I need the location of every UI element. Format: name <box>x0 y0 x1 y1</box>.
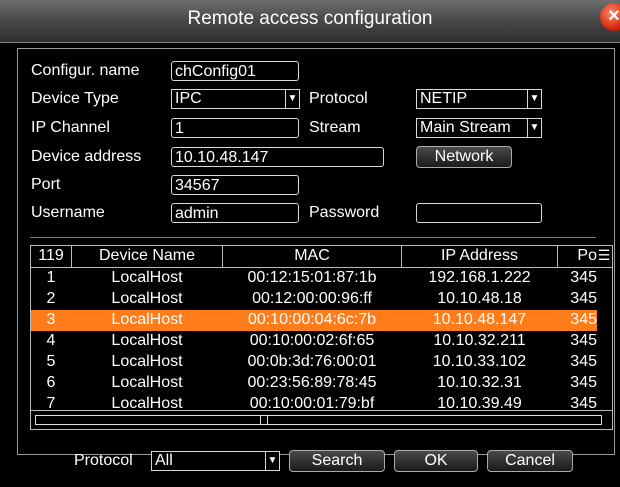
chevron-down-icon: ▼ <box>527 90 541 108</box>
cell-mac: 00:12:00:00:96:ff <box>252 290 372 307</box>
cell-ip-address: 192.168.1.222 <box>428 269 531 286</box>
device-type-select[interactable]: IPC ▼ <box>171 89 300 109</box>
search-button[interactable]: Search <box>289 450 385 472</box>
cell-device-name: LocalHost <box>111 311 183 328</box>
title-bar: Remote access configuration × <box>0 0 620 43</box>
ip-channel-label: IP Channel <box>31 119 110 136</box>
menu-icon[interactable]: ☰ <box>597 248 611 264</box>
col-port: Po <box>577 247 597 264</box>
chevron-down-icon: ▼ <box>285 90 299 108</box>
cell-port: 345 <box>570 290 597 307</box>
config-name-label: Configur. name <box>31 62 140 79</box>
cell-port: 345 <box>570 353 597 370</box>
cell-index: 3 <box>46 311 56 328</box>
cell-ip-address: 10.10.32.31 <box>437 374 522 391</box>
device-address-label: Device address <box>31 148 142 165</box>
cell-port: 345 <box>570 332 597 349</box>
scrollbar-thumb[interactable] <box>260 416 268 424</box>
cell-port: 345 <box>570 374 597 391</box>
cell-mac: 00:10:00:02:6f:65 <box>249 332 375 349</box>
table-row[interactable]: 4 LocalHost 00:10:00:02:6f:65 10.10.32.211 3… <box>31 331 597 352</box>
cell-mac: 00:0b:3d:76:00:01 <box>247 353 377 370</box>
protocol-select[interactable]: NETIP ▼ <box>416 89 542 109</box>
config-name-field[interactable]: chConfig01 <box>171 61 299 81</box>
horizontal-scrollbar[interactable] <box>31 410 612 429</box>
table-header: 119 Device Name MAC IP Address Po ☰ <box>31 246 612 268</box>
cell-device-name: LocalHost <box>111 353 183 370</box>
device-table[interactable]: 119 Device Name MAC IP Address Po ☰ 1 Loc… <box>30 245 613 430</box>
cell-index: 2 <box>46 290 56 307</box>
col-count: 119 <box>38 247 64 264</box>
password-label: Password <box>309 204 380 221</box>
cell-ip-address: 10.10.48.147 <box>432 311 527 328</box>
cell-index: 5 <box>46 353 56 370</box>
stream-label: Stream <box>309 119 361 136</box>
table-row[interactable]: 2 LocalHost 00:12:00:00:96:ff 10.10.48.18 34… <box>31 289 597 310</box>
cell-index: 4 <box>46 332 56 349</box>
network-button[interactable]: Network <box>416 146 512 168</box>
cell-device-name: LocalHost <box>111 332 183 349</box>
cell-ip-address: 10.10.32.211 <box>433 332 526 349</box>
protocol-label: Protocol <box>309 90 368 107</box>
chevron-down-icon: ▼ <box>265 452 279 470</box>
col-ip-address: IP Address <box>440 247 519 264</box>
footer-protocol-value: All <box>155 452 173 469</box>
table-row[interactable]: 3 LocalHost 00:10:00:04:6c:7b 10.10.48.147 3… <box>31 310 597 331</box>
ip-channel-field[interactable]: 1 <box>171 118 299 138</box>
stream-select[interactable]: Main Stream ▼ <box>416 118 542 138</box>
cell-mac: 00:23:56:89:78:45 <box>247 374 377 391</box>
chevron-down-icon: ▼ <box>527 119 541 137</box>
footer-protocol-select[interactable]: All ▼ <box>151 451 280 471</box>
cancel-button[interactable]: Cancel <box>487 450 573 472</box>
cell-device-name: LocalHost <box>111 290 183 307</box>
remote-access-dialog: Remote access configuration × Configur. … <box>0 0 620 487</box>
cell-port: 345 <box>570 311 597 328</box>
cell-index: 6 <box>46 374 56 391</box>
device-type-value: IPC <box>175 90 202 107</box>
cell-device-name: LocalHost <box>111 374 183 391</box>
divider <box>30 237 596 238</box>
protocol-value: NETIP <box>420 90 468 107</box>
stream-value: Main Stream <box>420 119 511 136</box>
close-icon[interactable]: × <box>600 3 620 31</box>
table-row[interactable]: 6 LocalHost 00:23:56:89:78:45 10.10.32.31 34… <box>31 373 597 394</box>
col-device-name: Device Name <box>98 247 196 264</box>
username-field[interactable]: admin <box>171 203 299 223</box>
port-field[interactable]: 34567 <box>171 175 299 195</box>
cell-mac: 00:10:00:04:6c:7b <box>247 311 377 328</box>
cell-ip-address: 10.10.48.18 <box>437 290 522 307</box>
password-field[interactable] <box>416 203 542 223</box>
col-mac: MAC <box>294 247 330 264</box>
cell-index: 1 <box>46 269 56 286</box>
cell-mac: 00:12:15:01:87:1b <box>247 269 377 286</box>
cell-device-name: LocalHost <box>111 269 183 286</box>
table-row[interactable]: 1 LocalHost 00:12:15:01:87:1b 192.168.1.222… <box>31 268 597 289</box>
dialog-title: Remote access configuration <box>187 8 433 29</box>
device-type-label: Device Type <box>31 90 119 107</box>
port-label: Port <box>31 176 61 193</box>
scrollbar-track[interactable] <box>35 415 602 425</box>
ok-button[interactable]: OK <box>394 450 478 472</box>
cell-port: 345 <box>570 269 597 286</box>
username-label: Username <box>31 204 105 221</box>
cell-ip-address: 10.10.33.102 <box>432 353 527 370</box>
table-row[interactable]: 5 LocalHost 00:0b:3d:76:00:01 10.10.33.102 3… <box>31 352 597 373</box>
footer-protocol-label: Protocol <box>74 452 133 469</box>
device-address-field[interactable]: 10.10.48.147 <box>171 147 384 167</box>
